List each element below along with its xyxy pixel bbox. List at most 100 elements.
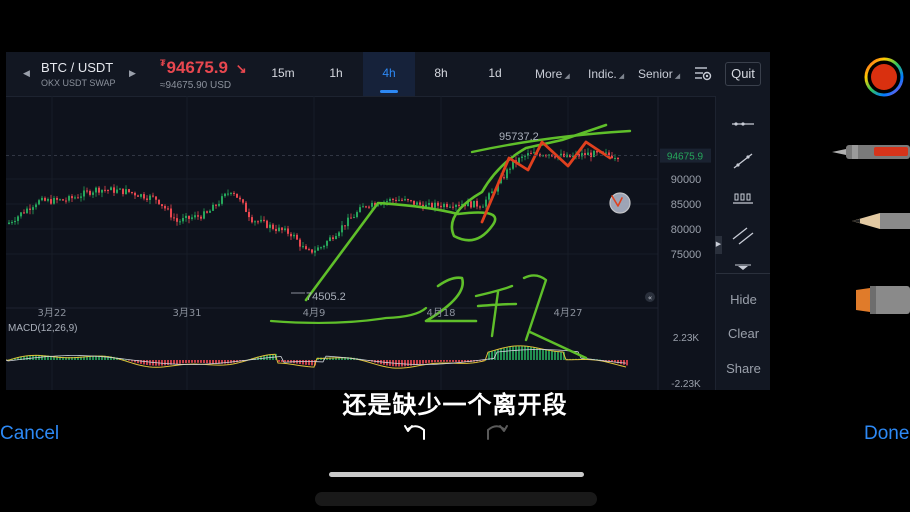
color-picker-icon[interactable] xyxy=(864,57,904,97)
candle-body xyxy=(302,246,304,248)
parallel-channel-tool-icon[interactable] xyxy=(730,226,756,246)
quit-button[interactable]: Quit xyxy=(725,62,761,86)
candle-body xyxy=(233,192,235,194)
chart-labels: 94675.9 90000 85000 80000 75000 95737.2 74505.… xyxy=(6,131,711,390)
cancel-button[interactable]: Cancel xyxy=(0,423,59,445)
candle xyxy=(470,200,472,209)
macd-histogram-bar xyxy=(299,360,301,365)
candle-body xyxy=(119,188,121,190)
share-button[interactable]: Share xyxy=(716,361,770,376)
macd-histogram-bar xyxy=(194,360,196,363)
candle-body xyxy=(101,189,103,193)
candle xyxy=(8,220,10,225)
candle xyxy=(149,194,151,205)
candle xyxy=(290,232,292,241)
price-range-tool-icon[interactable] xyxy=(730,188,756,208)
timeframe-8h[interactable]: 8h xyxy=(431,66,451,80)
candle xyxy=(581,149,583,160)
timeframe-15m[interactable]: 15m xyxy=(270,66,296,80)
macd-histogram-bar xyxy=(500,348,502,360)
candle-body xyxy=(74,197,76,199)
candle xyxy=(170,204,172,221)
chart-settings-icon[interactable] xyxy=(694,65,712,81)
candle xyxy=(410,199,412,203)
candle-body xyxy=(227,193,229,195)
candle xyxy=(452,202,454,210)
candle-body xyxy=(152,195,154,197)
candle-body xyxy=(440,205,442,208)
candle-body xyxy=(50,199,52,204)
candle xyxy=(128,188,130,194)
candle-body xyxy=(65,200,67,202)
candle xyxy=(92,190,94,198)
candle-body xyxy=(443,203,445,208)
candle-body xyxy=(185,215,187,218)
candle-body xyxy=(176,218,178,222)
candle-body xyxy=(431,203,433,208)
home-indicator[interactable] xyxy=(329,472,584,477)
candle xyxy=(269,221,271,233)
price-chart-area[interactable]: 94675.9 90000 85000 80000 75000 95737.2 74505.… xyxy=(6,96,715,390)
redo-icon[interactable] xyxy=(482,420,510,444)
candle-body xyxy=(89,190,91,195)
candle xyxy=(506,167,508,181)
candle xyxy=(353,214,355,219)
candle-body xyxy=(203,211,205,219)
candle xyxy=(230,192,232,196)
timeframe-4h[interactable]: 4h xyxy=(379,66,399,80)
candle-body xyxy=(137,195,139,197)
hide-button[interactable]: Hide xyxy=(716,292,770,307)
horizontal-line-tool-icon[interactable] xyxy=(730,114,756,134)
clear-button[interactable]: Clear xyxy=(716,326,770,341)
macd-histogram-bar xyxy=(446,360,448,362)
macd-histogram-bar xyxy=(455,360,457,363)
candle-body xyxy=(509,168,511,170)
candle xyxy=(143,191,145,201)
undo-icon[interactable] xyxy=(402,420,430,444)
candle-body xyxy=(518,157,520,163)
candle-body xyxy=(230,192,232,194)
next-pair-arrow-icon[interactable]: ▶ xyxy=(129,68,136,79)
marker-tool-icon[interactable] xyxy=(830,282,910,318)
candle-body xyxy=(23,212,25,214)
candle xyxy=(215,203,217,209)
candle-body xyxy=(32,207,34,210)
candle xyxy=(74,195,76,200)
candlestick-chart[interactable]: 94675.9 90000 85000 80000 75000 95737.2 74505.… xyxy=(6,96,715,390)
candle xyxy=(38,198,40,206)
more-tools-icon[interactable] xyxy=(730,260,756,272)
trend-line-tool-icon[interactable] xyxy=(730,151,756,171)
candle-body xyxy=(419,202,421,205)
macd-histogram-bar xyxy=(182,360,184,364)
candle-body xyxy=(209,210,211,213)
senior-menu[interactable]: Senior ◢ xyxy=(638,67,680,81)
collapse-panel-arrow-icon[interactable]: ▶ xyxy=(715,236,722,254)
timeframe-1d[interactable]: 1d xyxy=(485,66,505,80)
more-menu[interactable]: More ◢ xyxy=(535,67,570,81)
candle xyxy=(227,189,229,197)
candle-body xyxy=(197,215,199,217)
candle xyxy=(200,214,202,221)
candle xyxy=(176,213,178,226)
candle-body xyxy=(245,202,247,212)
candle xyxy=(131,191,133,195)
pen-tool-icon[interactable] xyxy=(830,136,910,166)
pencil-tool-icon[interactable] xyxy=(830,206,910,236)
candle-body xyxy=(335,235,337,239)
candle-body xyxy=(191,217,193,219)
candle-body xyxy=(275,228,277,231)
macd-histogram-bar xyxy=(512,346,514,360)
done-button[interactable]: Done xyxy=(864,423,909,445)
candle-body xyxy=(347,217,349,227)
timeframe-1h[interactable]: 1h xyxy=(326,66,346,80)
macd-histogram-bar xyxy=(437,360,439,362)
macd-histogram-bar xyxy=(203,360,205,364)
candle xyxy=(305,244,307,250)
candle-body xyxy=(314,250,316,253)
macd-histogram-bar xyxy=(308,360,310,366)
candle-body xyxy=(224,193,226,197)
trading-pair-title[interactable]: BTC / USDT xyxy=(41,60,113,75)
previous-pair-arrow-icon[interactable]: ◀ xyxy=(23,68,30,79)
indicators-menu[interactable]: Indic. ◢ xyxy=(588,67,624,81)
macd-histogram-bar xyxy=(458,360,460,363)
